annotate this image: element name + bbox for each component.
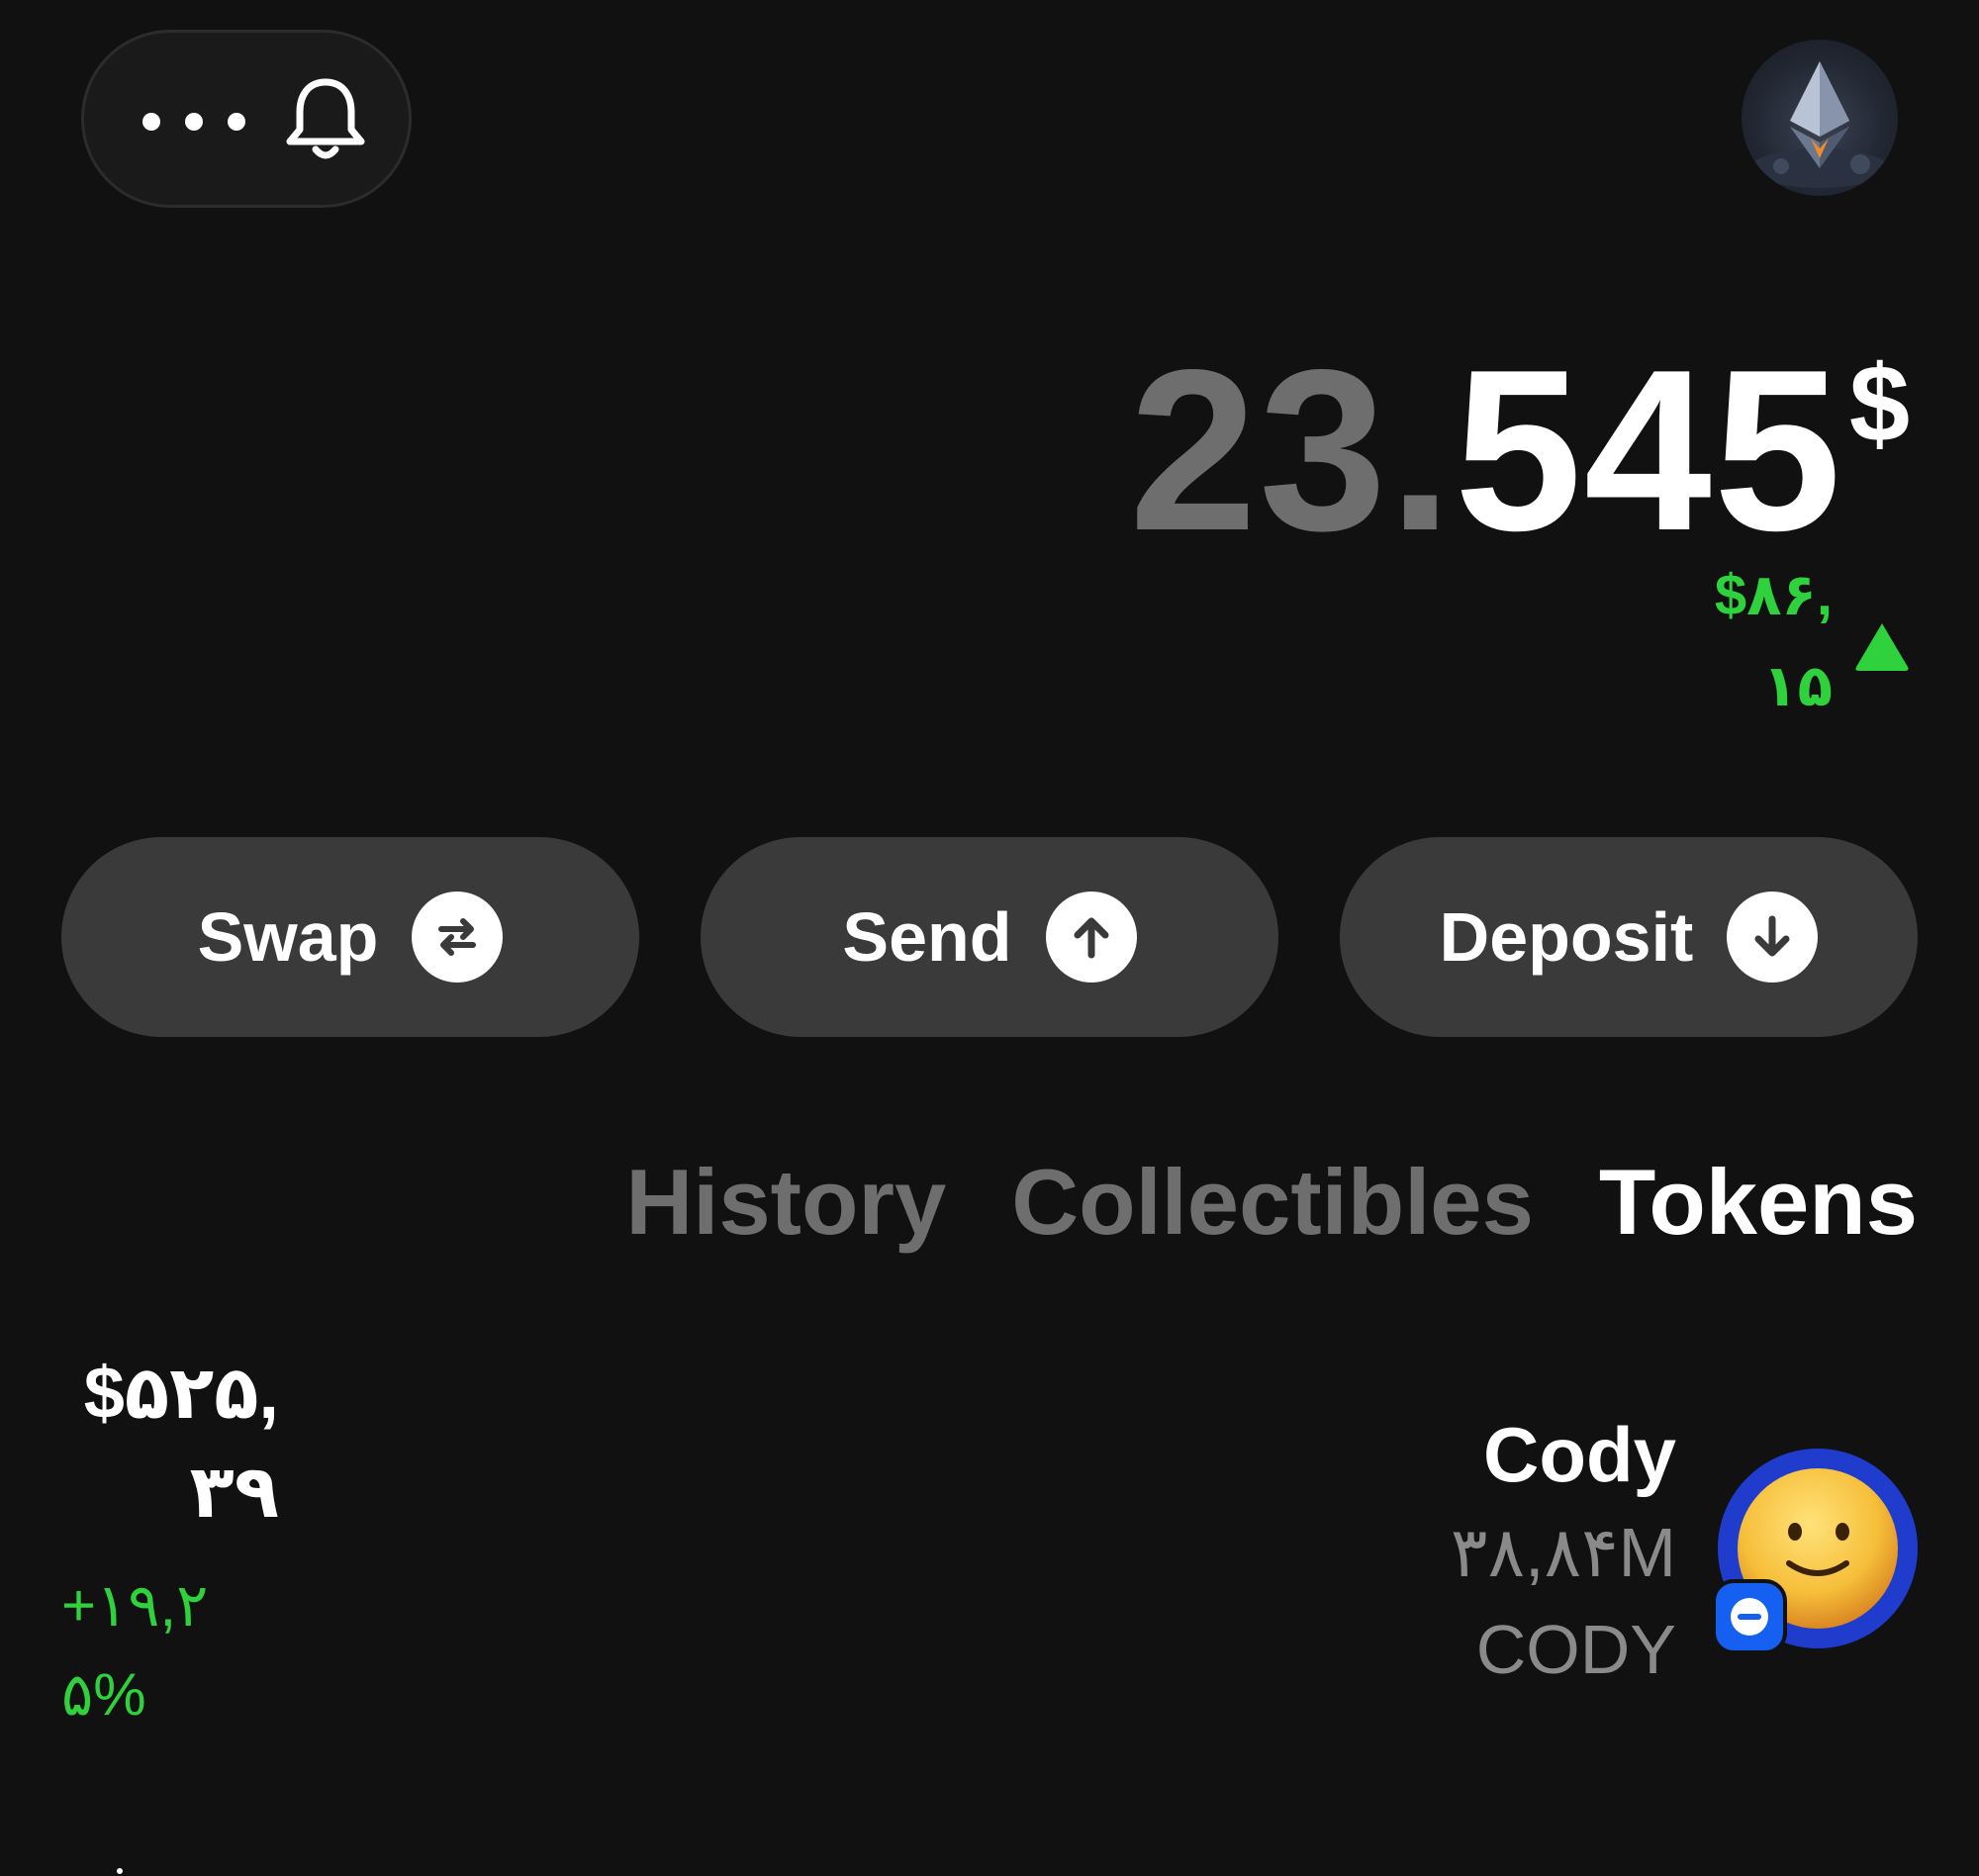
token-change: +۱۹,۲۵% bbox=[61, 1572, 209, 1728]
deposit-button-label: Deposit bbox=[1439, 898, 1694, 976]
token-name: Cody bbox=[1483, 1411, 1676, 1498]
send-button[interactable]: Send bbox=[701, 837, 1278, 1037]
token-balance: ۳۸,۸۴M CODY bbox=[1450, 1514, 1676, 1688]
account-avatar[interactable] bbox=[1742, 40, 1898, 196]
balance-currency: $ bbox=[1848, 343, 1912, 465]
arrow-down-icon bbox=[1727, 891, 1819, 983]
asset-tabs: History Collectibles Tokens bbox=[625, 1148, 1918, 1257]
next-row-hint bbox=[117, 1868, 123, 1874]
deposit-button[interactable]: Deposit bbox=[1340, 837, 1918, 1037]
token-info[interactable]: Cody ۳۸,۸۴M CODY bbox=[1449, 1405, 1676, 1698]
balance-change: $۸۶,۱۵ bbox=[1684, 550, 1912, 732]
header-actions-pill bbox=[81, 30, 412, 208]
swap-icon bbox=[412, 891, 504, 983]
ethereum-avatar-icon bbox=[1750, 61, 1889, 188]
triangle-up-icon bbox=[1855, 623, 1909, 671]
bell-icon[interactable] bbox=[278, 72, 373, 167]
tab-collectibles[interactable]: Collectibles bbox=[1011, 1148, 1534, 1257]
more-horizontal-icon[interactable] bbox=[140, 110, 248, 134]
arrow-up-icon bbox=[1045, 891, 1137, 983]
balance-integer: 23. bbox=[1129, 323, 1455, 579]
swap-button[interactable]: Swap bbox=[61, 837, 639, 1037]
token-value: $۵۲۵,۳۹ bbox=[83, 1352, 279, 1533]
swap-button-label: Swap bbox=[197, 898, 379, 976]
tab-history[interactable]: History bbox=[625, 1148, 946, 1257]
send-button-label: Send bbox=[842, 898, 1012, 976]
balance-change-value: $۸۶,۱۵ bbox=[1714, 563, 1833, 718]
tab-tokens[interactable]: Tokens bbox=[1599, 1148, 1918, 1257]
chain-badge-icon bbox=[1712, 1579, 1787, 1654]
balance-fraction: 545 bbox=[1454, 323, 1843, 579]
total-balance: 23. 545 $ bbox=[1129, 336, 1912, 566]
